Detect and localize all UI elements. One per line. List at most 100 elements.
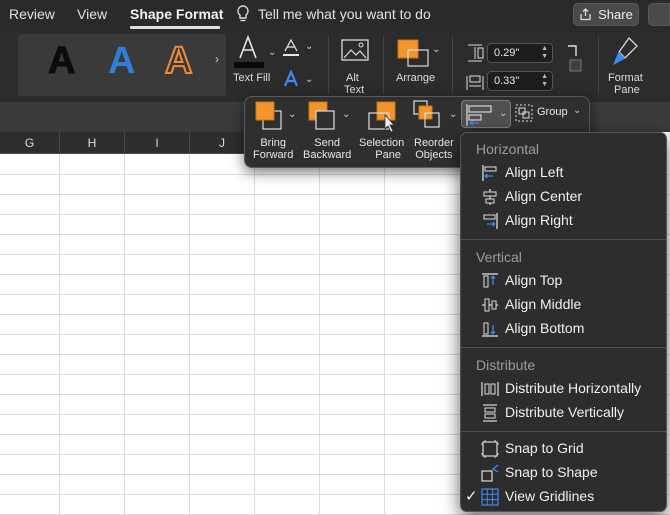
- height-stepper-icon[interactable]: ▲ ▼: [541, 45, 548, 61]
- text-effects-dropdown-icon[interactable]: ⌄: [305, 74, 313, 85]
- width-icon: [466, 75, 484, 90]
- snap-to-shape-icon: [481, 464, 499, 482]
- ribbon-tab-bar: Review View Shape Format Tell me what yo…: [0, 0, 670, 30]
- text-outline-dropdown-icon[interactable]: ⌄: [305, 41, 313, 52]
- format-pane-label-line1: Format: [608, 72, 643, 84]
- wordart-style-orange-outline[interactable]: A: [164, 39, 193, 83]
- lightbulb-icon[interactable]: [235, 4, 251, 24]
- format-pane-icon[interactable]: [611, 36, 641, 68]
- tell-me-search[interactable]: Tell me what you want to do: [258, 6, 431, 22]
- align-menu: Horizontal Align Left Align Center Align…: [460, 132, 667, 512]
- column-header-i[interactable]: I: [125, 132, 190, 154]
- menu-separator: [461, 347, 666, 348]
- shape-width-input[interactable]: 0.33" ▲ ▼: [487, 71, 553, 91]
- align-top-label: Align Top: [505, 272, 563, 288]
- arrange-label[interactable]: Arrange: [396, 72, 435, 84]
- reorder-objects-label[interactable]: Reorder Objects: [414, 137, 454, 161]
- reorder-objects-icon[interactable]: [413, 100, 443, 130]
- distribute-vertically-icon: [483, 404, 497, 422]
- align-center-icon: [483, 189, 497, 205]
- arrange-dropdown-icon[interactable]: ⌄: [432, 44, 440, 55]
- view-gridlines-icon: [481, 488, 499, 506]
- selection-pane-icon[interactable]: [367, 101, 401, 133]
- tab-review[interactable]: Review: [9, 6, 55, 22]
- snap-to-grid-icon: [481, 440, 499, 458]
- wordart-style-blue[interactable]: A: [108, 40, 135, 83]
- text-outline-icon[interactable]: [282, 39, 300, 59]
- text-effects-icon[interactable]: [282, 70, 300, 90]
- ribbon-separator: [328, 36, 329, 94]
- distribute-horizontally-icon: [481, 382, 499, 396]
- menu-item-view-gridlines[interactable]: ✓ View Gridlines: [461, 485, 666, 509]
- tab-shape-format[interactable]: Shape Format: [130, 6, 223, 22]
- bring-forward-dropdown-icon[interactable]: ⌄: [288, 109, 296, 120]
- active-tab-indicator: [130, 26, 220, 29]
- align-left-label: Align Left: [505, 164, 564, 180]
- send-backward-label[interactable]: Send Backward: [303, 137, 351, 161]
- bring-forward-label[interactable]: Bring Forward: [253, 137, 293, 161]
- reorder-objects-dropdown-icon[interactable]: ⌄: [449, 109, 457, 120]
- distribute-horizontally-label: Distribute Horizontally: [505, 380, 642, 396]
- menu-item-align-middle[interactable]: Align Middle: [461, 293, 666, 317]
- lock-aspect-ratio-icon[interactable]: [566, 44, 582, 88]
- align-middle-icon: [482, 298, 498, 312]
- selection-pane-label-line2: Pane: [375, 149, 401, 161]
- reorder-objects-label-line1: Reorder: [414, 137, 454, 149]
- bring-forward-label-line2: Forward: [253, 149, 294, 161]
- comments-button[interactable]: [648, 3, 670, 26]
- group-icon: [515, 104, 533, 122]
- text-fill-label: Text Fill: [233, 72, 271, 84]
- align-icon: [466, 104, 492, 126]
- align-left-icon: [482, 165, 497, 181]
- align-top-icon: [482, 273, 498, 288]
- menu-item-align-left[interactable]: Align Left: [461, 161, 666, 185]
- alt-text-label-line1: Alt: [346, 72, 359, 84]
- menu-item-align-right[interactable]: Align Right: [461, 209, 666, 233]
- menu-item-snap-to-grid[interactable]: Snap to Grid: [461, 437, 666, 461]
- align-middle-label: Align Middle: [505, 296, 582, 312]
- ribbon-separator: [598, 36, 599, 94]
- menu-item-align-top[interactable]: Align Top: [461, 269, 666, 293]
- height-icon: [468, 44, 484, 62]
- snap-to-shape-label: Snap to Shape: [505, 464, 598, 480]
- wordart-style-gallery[interactable]: A A A: [18, 34, 226, 96]
- ribbon-separator: [383, 36, 384, 94]
- menu-separator: [461, 431, 666, 432]
- arrange-icon[interactable]: [396, 38, 430, 68]
- ribbon-separator: [452, 36, 453, 94]
- bring-forward-icon[interactable]: [255, 101, 283, 131]
- ribbon: A A A › ⌄ Text Fill ⌄ ⌄ Alt Text ⌄ Arran…: [0, 30, 670, 102]
- send-backward-icon[interactable]: [308, 101, 336, 131]
- bring-forward-label-line1: Bring: [260, 137, 287, 149]
- align-dropdown-icon: ⌄: [499, 108, 508, 119]
- selection-pane-label-line1: Selection: [359, 137, 405, 149]
- menu-item-distribute-horizontally[interactable]: Distribute Horizontally: [461, 377, 666, 401]
- alt-text-icon[interactable]: [340, 38, 370, 66]
- text-fill-dropdown-icon[interactable]: ⌄: [268, 47, 276, 58]
- format-pane-label-line2: Pane: [614, 84, 640, 96]
- distribute-vertically-label: Distribute Vertically: [505, 404, 625, 420]
- group-button[interactable]: Group ⌄: [515, 102, 589, 126]
- menu-item-distribute-vertically[interactable]: Distribute Vertically: [461, 401, 666, 425]
- align-right-icon: [483, 213, 498, 229]
- selection-pane-label[interactable]: Selection Pane: [359, 137, 404, 161]
- send-backward-dropdown-icon[interactable]: ⌄: [342, 109, 350, 120]
- view-gridlines-label: View Gridlines: [505, 488, 595, 504]
- column-header-g[interactable]: G: [0, 132, 60, 154]
- tab-view[interactable]: View: [77, 6, 107, 22]
- gallery-more-icon[interactable]: ›: [215, 52, 219, 66]
- width-stepper-icon[interactable]: ▲ ▼: [541, 73, 548, 89]
- menu-item-align-center[interactable]: Align Center: [461, 185, 666, 209]
- wordart-style-black[interactable]: A: [47, 40, 75, 83]
- align-bottom-icon: [482, 322, 498, 337]
- column-header-h[interactable]: H: [60, 132, 125, 154]
- menu-item-align-bottom[interactable]: Align Bottom: [461, 317, 666, 341]
- alt-text-label-line2: Text: [344, 84, 365, 96]
- share-button[interactable]: Share: [573, 3, 639, 26]
- align-button[interactable]: ⌄: [461, 100, 511, 128]
- menu-item-snap-to-shape[interactable]: Snap to Shape: [461, 461, 666, 485]
- text-fill-icon[interactable]: [234, 34, 266, 70]
- group-dropdown-icon: ⌄: [573, 105, 582, 116]
- shape-height-input[interactable]: 0.29" ▲ ▼: [487, 43, 553, 63]
- snap-to-grid-label: Snap to Grid: [505, 440, 584, 456]
